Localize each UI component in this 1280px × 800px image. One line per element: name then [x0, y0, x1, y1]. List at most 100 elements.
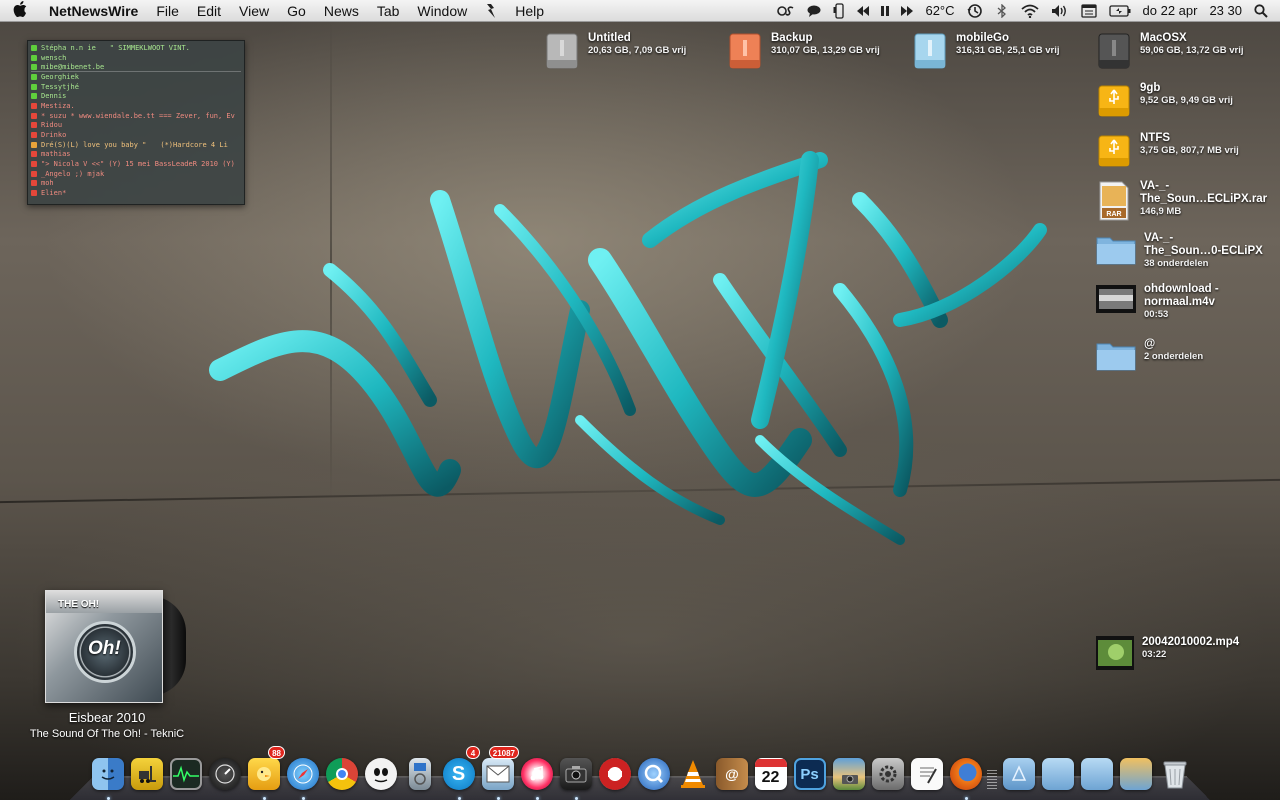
downloads-folder-icon [1080, 758, 1113, 790]
dock-skull-app[interactable] [361, 752, 400, 790]
chat-contact-row[interactable]: moh [31, 179, 241, 189]
dock-vlc[interactable] [673, 752, 712, 790]
dock-textedit[interactable] [907, 752, 946, 790]
chat-contact-row[interactable]: Dennis [31, 91, 241, 101]
drive-capacity: 310,07 GB, 13,29 GB vrij [771, 45, 880, 56]
wifi-icon[interactable] [1015, 0, 1045, 21]
dock-activity-monitor[interactable] [166, 752, 205, 790]
dock-applications-folder[interactable] [999, 752, 1038, 790]
folder-at[interactable]: @ 2 onderdelen [1096, 338, 1203, 372]
next-track-icon[interactable] [895, 0, 919, 21]
clock-date[interactable]: do 22 apr [1137, 0, 1204, 21]
app-name-menu[interactable]: NetNewsWire [40, 0, 147, 21]
volume-icon[interactable] [1045, 0, 1075, 21]
clock-time[interactable]: 23 30 [1203, 0, 1248, 21]
dock-photoshop[interactable]: Ps [790, 752, 829, 790]
file-ohdownload-video[interactable]: ohdownload - normaal.m4v 00:53 [1096, 283, 1219, 321]
chat-contact-row[interactable]: Elien* [31, 188, 241, 198]
dock-photo-booth[interactable] [556, 752, 595, 800]
chat-contact-row[interactable]: "> Nicola V <<" (Y) 15 mei BassLeadeR 20… [31, 159, 241, 169]
chat-contact-row[interactable]: mathias [31, 150, 241, 160]
dock-itunes[interactable] [517, 752, 556, 800]
dock-chrome[interactable] [322, 752, 361, 790]
drive-untitled[interactable]: Untitled 20,63 GB, 7,09 GB vrij [544, 32, 686, 70]
chat-contact-row[interactable]: Georghiek [31, 72, 241, 82]
dock-address-book[interactable]: @ [712, 752, 751, 790]
file-name-line2: normaal.m4v [1144, 296, 1215, 308]
menu-news[interactable]: News [315, 0, 368, 21]
apple-menu-icon[interactable] [0, 0, 40, 21]
pause-icon[interactable] [875, 0, 895, 21]
cs-icon[interactable] [771, 0, 801, 21]
dock-dashboard[interactable] [205, 752, 244, 790]
dock-forklift[interactable] [127, 752, 166, 790]
file-rar-archive[interactable]: RAR VA-_- The_Soun…ECLiPX.rar 146,9 MB [1096, 180, 1267, 222]
menu-edit[interactable]: Edit [188, 0, 230, 21]
vlc-cone-icon [677, 758, 709, 790]
drive-backup[interactable]: Backup 310,07 GB, 13,29 GB vrij [727, 32, 880, 70]
drive-mobilego[interactable]: mobileGo 316,31 GB, 25,1 GB vrij [912, 32, 1060, 70]
script-menu-icon[interactable] [476, 0, 506, 21]
bluetooth-icon[interactable] [989, 0, 1015, 21]
dock-trash[interactable] [1155, 752, 1194, 790]
usb-drive-icon [1098, 135, 1130, 167]
dock-skype[interactable]: S 4 [439, 746, 480, 800]
presence-status-icon [31, 73, 37, 80]
chat-contact-row[interactable]: * suzu * www.wiendale.be.tt === Zever, f… [31, 111, 241, 121]
folder-the-sound[interactable]: VA-_- The_Soun…0-ECLiPX 38 onderdelen [1096, 232, 1263, 270]
drive-macosx[interactable]: MacOSX 59,06 GB, 13,72 GB vrij [1096, 32, 1244, 70]
dock-firefox[interactable] [946, 752, 985, 800]
file-name: 20042010002.mp4 [1142, 636, 1240, 648]
ical-calendar-icon: 22 [754, 758, 787, 790]
chat-contact-row[interactable]: Dré(S)(L) love you baby " (*)Hardcore 4 L… [31, 140, 241, 150]
menu-window[interactable]: Window [408, 0, 476, 21]
stack-icon [1119, 758, 1152, 790]
phone-icon[interactable] [827, 0, 851, 21]
chat-contact-row[interactable]: mibe@mibenet.be [31, 62, 241, 73]
previous-track-icon[interactable] [851, 0, 875, 21]
chat-contact-row[interactable]: _Angelo ;) mjak [31, 169, 241, 179]
dock-adium[interactable]: 88 [244, 746, 285, 800]
dock-downloads-folder[interactable] [1077, 752, 1116, 790]
hard-drive-icon [546, 33, 578, 69]
time-machine-icon[interactable] [961, 0, 989, 21]
file-mp4-video[interactable]: 20042010002.mp4 03:22 [1096, 636, 1239, 670]
dock-ipod-app[interactable] [400, 752, 439, 790]
menu-help[interactable]: Help [506, 0, 553, 21]
activity-monitor-icon [169, 758, 202, 790]
dock-safari[interactable] [283, 752, 322, 800]
menu-tab[interactable]: Tab [368, 0, 409, 21]
chat-contact-row[interactable]: Stépha n.n ie " SIMMEKLWOOT VINT. [31, 43, 241, 53]
chat-contact-row[interactable]: Drinko [31, 130, 241, 140]
chat-bubble-icon[interactable] [801, 0, 827, 21]
album-artwork[interactable]: THE OH! Oh! [45, 590, 163, 703]
video-duration: 00:53 [1144, 309, 1169, 320]
camera-icon [559, 758, 592, 790]
dock-stack[interactable] [1116, 752, 1155, 790]
dock-ical[interactable]: 22 [751, 752, 790, 790]
dock-system-preferences[interactable] [868, 752, 907, 790]
battery-icon[interactable] [1103, 0, 1137, 21]
chat-contact-row[interactable]: wensch [31, 53, 241, 63]
chat-contacts-widget: Stépha n.n ie " SIMMEKLWOOT VINT. wensch mi… [27, 40, 245, 205]
drive-ntfs[interactable]: NTFS 3,75 GB, 807,7 MB vrij [1096, 132, 1239, 170]
album-cover-title: THE OH! [58, 599, 100, 610]
dock-documents-folder[interactable] [1038, 752, 1077, 790]
calendar-icon[interactable] [1075, 0, 1103, 21]
drive-9gb[interactable]: 9gb 9,52 GB, 9,49 GB vrij [1096, 82, 1233, 120]
dock-iphoto[interactable] [829, 752, 868, 790]
spotlight-icon[interactable] [1248, 0, 1280, 21]
chat-contact-row[interactable]: Mestiza. [31, 101, 241, 111]
dock-mail[interactable]: 21087 [478, 746, 519, 800]
temperature-readout[interactable]: 62°C [919, 0, 960, 21]
menu-go[interactable]: Go [278, 0, 315, 21]
dock-transmit[interactable] [595, 752, 634, 790]
chat-contact-row[interactable]: Tessytjhé [31, 82, 241, 92]
menu-view[interactable]: View [230, 0, 278, 21]
chat-contact-row[interactable]: Ridou [31, 121, 241, 131]
dock-finder[interactable] [88, 752, 127, 800]
dock-quicktime[interactable] [634, 752, 673, 790]
presence-status-icon [31, 122, 37, 129]
menu-file[interactable]: File [147, 0, 188, 21]
folder-name: @ [1144, 338, 1156, 350]
